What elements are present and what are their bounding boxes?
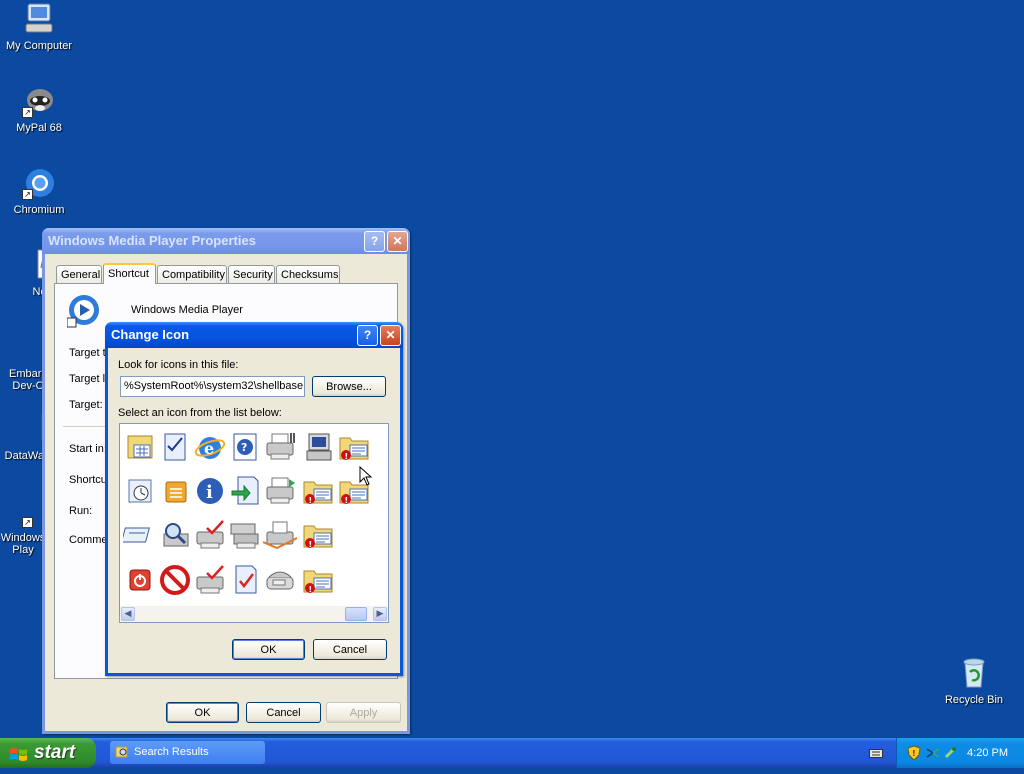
folder-error-icon[interactable]: ! bbox=[301, 518, 335, 552]
fax-icon[interactable] bbox=[263, 563, 297, 597]
network-printer-icon[interactable] bbox=[263, 474, 297, 508]
scroll-thumb[interactable] bbox=[345, 607, 367, 621]
system-tray: ! 4:20 PM bbox=[896, 738, 1024, 768]
printer-check-icon[interactable] bbox=[193, 518, 227, 552]
media-player-icon bbox=[66, 294, 101, 328]
svg-text:!: ! bbox=[309, 496, 313, 505]
search-icon[interactable] bbox=[158, 518, 192, 552]
svg-text:?: ? bbox=[241, 441, 247, 454]
desktop: My Computer ↗ MyPal 68 ↗ Chromium Notepa… bbox=[0, 0, 1024, 738]
icon-list[interactable]: e?! i!!!! ◀ ▶ bbox=[119, 423, 389, 623]
properties-close-button[interactable]: ✕ bbox=[387, 231, 408, 252]
help-icon: ? bbox=[363, 328, 372, 342]
tab-shortcut[interactable]: Shortcut bbox=[103, 263, 156, 284]
taskbar: start Search Results ! 4:20 PM bbox=[0, 738, 1024, 768]
change-icon-ok-button[interactable]: OK bbox=[232, 639, 305, 660]
properties-tab-strip: General Shortcut Compatibility Security … bbox=[54, 263, 400, 285]
folder-error-icon[interactable]: ! bbox=[301, 563, 335, 597]
no-entry-icon[interactable] bbox=[158, 563, 192, 597]
tab-compatibility[interactable]: Compatibility bbox=[157, 265, 227, 283]
taskbar-button-search-results[interactable]: Search Results bbox=[110, 741, 265, 764]
look-for-icons-label: Look for icons in this file: bbox=[118, 359, 239, 371]
properties-help-button[interactable]: ? bbox=[364, 231, 385, 252]
properties-ok-button[interactable]: OK bbox=[166, 702, 239, 723]
printer-stack-icon[interactable] bbox=[228, 518, 262, 552]
close-icon: ✕ bbox=[392, 234, 403, 248]
icon-file-path-input[interactable]: %SystemRoot%\system32\shellbase bbox=[120, 376, 305, 397]
label-run: Run: bbox=[69, 505, 93, 517]
shortcut-app-name: Windows Media Player bbox=[131, 304, 243, 316]
svg-text:!: ! bbox=[912, 749, 916, 758]
desktop-icon-my-computer[interactable]: My Computer bbox=[0, 2, 78, 52]
start-label: start bbox=[34, 742, 76, 763]
desktop-icon-recycle-bin[interactable]: Recycle Bin bbox=[935, 656, 1013, 706]
svg-text:e: e bbox=[204, 439, 214, 458]
box-icon[interactable] bbox=[158, 474, 192, 508]
properties-titlebar[interactable]: Windows Media Player Properties ? ✕ bbox=[42, 228, 410, 254]
help-icon[interactable]: ? bbox=[228, 430, 262, 464]
label-target: Target: bbox=[69, 399, 103, 411]
checklist-icon[interactable] bbox=[158, 430, 192, 464]
taskbar-button-label: Search Results bbox=[134, 746, 209, 758]
printer-icon[interactable] bbox=[263, 430, 297, 464]
tab-checksums[interactable]: Checksums bbox=[276, 265, 340, 283]
clock-icon[interactable] bbox=[123, 474, 157, 508]
label-shortcut-key: Shortcut bbox=[69, 474, 110, 486]
desktop-icon-mypal[interactable]: ↗ MyPal 68 bbox=[0, 84, 78, 134]
windows-logo-icon bbox=[9, 744, 29, 762]
change-icon-help-button[interactable]: ? bbox=[357, 325, 378, 346]
browse-button[interactable]: Browse... bbox=[312, 376, 386, 397]
svg-text:!: ! bbox=[309, 540, 313, 549]
change-icon-cancel-button[interactable]: Cancel bbox=[313, 639, 387, 660]
document-check-icon[interactable] bbox=[228, 563, 262, 597]
icon-grid: e?! i!!!! bbox=[120, 424, 388, 606]
properties-cancel-button[interactable]: Cancel bbox=[246, 702, 321, 723]
search-results-icon bbox=[115, 745, 129, 759]
horizontal-scrollbar[interactable]: ◀ ▶ bbox=[120, 606, 388, 622]
folder-error-icon[interactable]: ! bbox=[337, 430, 371, 464]
document-arrow-icon[interactable] bbox=[228, 474, 262, 508]
info-icon[interactable]: i bbox=[193, 474, 227, 508]
power-icon[interactable] bbox=[123, 563, 157, 597]
properties-apply-button[interactable]: Apply bbox=[326, 702, 401, 723]
security-shield-icon[interactable]: ! bbox=[907, 745, 921, 761]
chromium-icon: ↗ bbox=[22, 166, 56, 200]
tab-general[interactable]: General bbox=[56, 265, 102, 283]
card-icon[interactable] bbox=[120, 518, 157, 552]
mypal-browser-icon: ↗ bbox=[22, 84, 56, 118]
svg-text:!: ! bbox=[345, 496, 349, 505]
computer-tower-icon[interactable] bbox=[301, 430, 335, 464]
change-icon-close-button[interactable]: ✕ bbox=[380, 325, 401, 346]
calendar-folder-icon[interactable] bbox=[123, 430, 157, 464]
safely-remove-icon[interactable] bbox=[943, 745, 957, 761]
computer-icon bbox=[22, 2, 56, 36]
network-icon[interactable] bbox=[925, 745, 941, 761]
svg-text:!: ! bbox=[345, 452, 349, 461]
recycle-bin-icon bbox=[957, 656, 991, 690]
scroll-left-icon[interactable]: ◀ bbox=[121, 607, 135, 621]
change-icon-titlebar[interactable]: Change Icon ? ✕ bbox=[105, 322, 403, 348]
label-start-in: Start in: bbox=[69, 443, 107, 455]
start-button[interactable]: start bbox=[0, 738, 96, 768]
svg-text:i: i bbox=[206, 482, 213, 503]
folder-error-icon[interactable]: ! bbox=[301, 474, 335, 508]
scroll-right-icon[interactable]: ▶ bbox=[373, 607, 387, 621]
clock: 4:20 PM bbox=[967, 747, 1008, 759]
change-icon-dialog: Change Icon ? ✕ Look for icons in this f… bbox=[105, 322, 403, 676]
notepad-icon bbox=[12, 248, 55, 282]
desktop-icon-chromium[interactable]: ↗ Chromium bbox=[0, 166, 78, 216]
close-icon: ✕ bbox=[385, 328, 396, 342]
help-icon: ? bbox=[370, 234, 379, 248]
mouse-cursor-icon bbox=[359, 465, 373, 486]
printer-paper-icon[interactable] bbox=[262, 518, 298, 552]
keyboard-icon[interactable] bbox=[869, 747, 883, 759]
change-icon-title: Change Icon bbox=[111, 327, 190, 342]
printer-check-icon[interactable] bbox=[193, 563, 227, 597]
tab-security[interactable]: Security bbox=[228, 265, 275, 283]
internet-explorer-icon[interactable]: e bbox=[193, 430, 227, 464]
properties-title: Windows Media Player Properties bbox=[48, 233, 256, 248]
select-icon-label: Select an icon from the list below: bbox=[118, 407, 282, 419]
svg-text:!: ! bbox=[309, 585, 313, 594]
